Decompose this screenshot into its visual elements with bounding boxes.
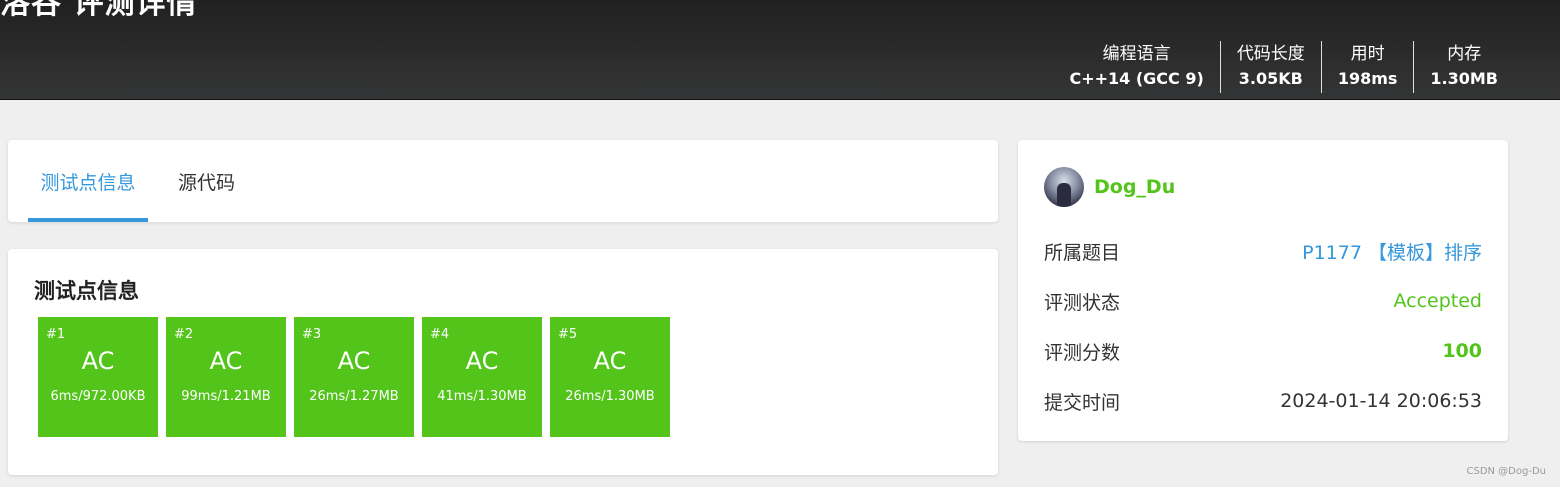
info-row-status: 评测状态 Accepted xyxy=(1044,286,1482,316)
info-label: 评测分数 xyxy=(1044,341,1121,364)
stat-label: 用时 xyxy=(1350,44,1385,64)
test-case-status: AC xyxy=(465,347,499,375)
stat-language: 编程语言 C++14 (GCC 9) xyxy=(1053,41,1219,93)
test-case-status: AC xyxy=(337,347,371,375)
username-link[interactable]: Dog_Du xyxy=(1094,176,1175,198)
score-value: 100 xyxy=(1442,340,1482,362)
header: 洛谷 评测详情 编程语言 C++14 (GCC 9) 代码长度 3.05KB 用… xyxy=(0,0,1560,100)
stat-value: 1.30MB xyxy=(1430,69,1498,88)
stat-label: 代码长度 xyxy=(1236,44,1305,64)
test-case-detail: 26ms/1.30MB xyxy=(565,389,655,404)
test-cases-card: 测试点信息 #1 AC 6ms/972.00KB #2 AC 99ms/1.21… xyxy=(8,249,998,475)
info-row-score: 评测分数 100 xyxy=(1044,336,1482,366)
tabs-card: 测试点信息 源代码 xyxy=(8,140,998,222)
info-row-submit-time: 提交时间 2024-01-14 20:06:53 xyxy=(1044,386,1482,416)
info-row-problem: 所属题目 P1177 【模板】排序 xyxy=(1044,236,1482,266)
test-case[interactable]: #3 AC 26ms/1.27MB xyxy=(294,317,414,437)
test-case-status: AC xyxy=(593,347,627,375)
page-title: 洛谷 评测详情 xyxy=(0,0,198,21)
stat-value: 3.05KB xyxy=(1238,69,1303,88)
watermark: CSDN @Dog-Du xyxy=(1466,466,1546,477)
test-case-id: #4 xyxy=(430,327,450,342)
problem-link[interactable]: P1177 【模板】排序 xyxy=(1302,238,1482,265)
test-case[interactable]: #5 AC 26ms/1.30MB xyxy=(550,317,670,437)
test-case-detail: 41ms/1.30MB xyxy=(437,389,527,404)
test-case-id: #3 xyxy=(302,327,322,342)
test-cases-title: 测试点信息 xyxy=(34,279,139,303)
info-label: 所属题目 xyxy=(1044,241,1121,264)
stat-code-length: 代码长度 3.05KB xyxy=(1219,41,1321,93)
info-label: 提交时间 xyxy=(1044,391,1121,414)
test-case-status: AC xyxy=(81,347,115,375)
test-case-id: #2 xyxy=(174,327,194,342)
test-case-id: #1 xyxy=(46,327,66,342)
test-case[interactable]: #4 AC 41ms/1.30MB xyxy=(422,317,542,437)
test-case[interactable]: #1 AC 6ms/972.00KB xyxy=(38,317,158,437)
test-case-detail: 99ms/1.21MB xyxy=(181,389,271,404)
status-value: Accepted xyxy=(1393,290,1482,312)
stat-label: 编程语言 xyxy=(1102,44,1171,64)
avatar[interactable] xyxy=(1044,167,1084,207)
tab-test-cases[interactable]: 测试点信息 xyxy=(28,140,148,222)
stat-value: 198ms xyxy=(1337,69,1398,88)
stat-time: 用时 198ms xyxy=(1320,41,1414,93)
tab-source-code[interactable]: 源代码 xyxy=(178,140,235,222)
submission-stats: 编程语言 C++14 (GCC 9) 代码长度 3.05KB 用时 198ms … xyxy=(1053,41,1514,93)
test-case-status: AC xyxy=(209,347,243,375)
test-case-id: #5 xyxy=(558,327,578,342)
info-label: 评测状态 xyxy=(1044,291,1121,314)
stat-value: C++14 (GCC 9) xyxy=(1069,69,1204,88)
submit-time-value: 2024-01-14 20:06:53 xyxy=(1280,390,1482,412)
stat-label: 内存 xyxy=(1447,44,1482,64)
stat-memory: 内存 1.30MB xyxy=(1413,41,1514,93)
test-case[interactable]: #2 AC 99ms/1.21MB xyxy=(166,317,286,437)
submission-info-card: Dog_Du 所属题目 P1177 【模板】排序 评测状态 Accepted 评… xyxy=(1018,140,1508,441)
test-case-detail: 6ms/972.00KB xyxy=(50,389,146,404)
test-case-detail: 26ms/1.27MB xyxy=(309,389,399,404)
